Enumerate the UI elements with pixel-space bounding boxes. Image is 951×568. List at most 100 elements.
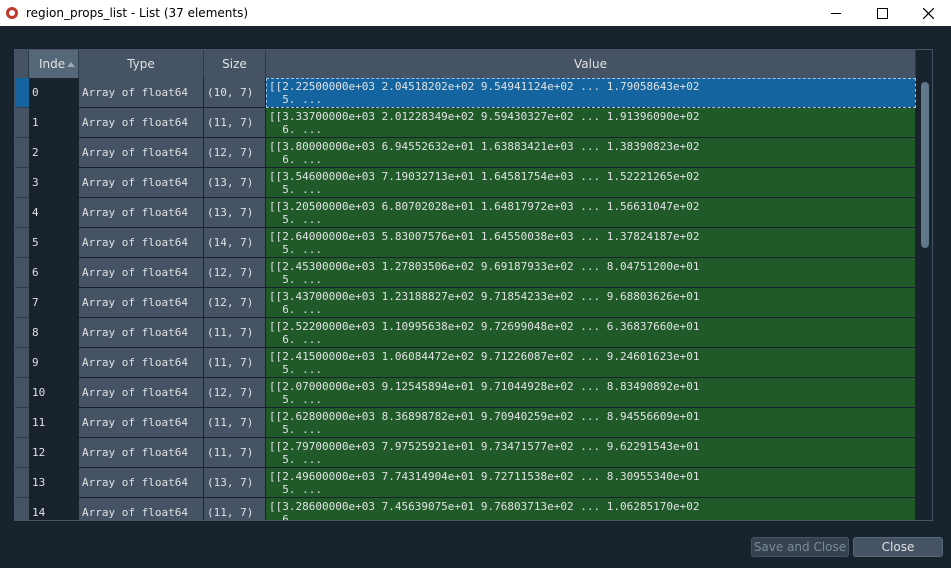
cell-value[interactable]: [[2.52200000e+03 1.10995638e+02 9.726990… xyxy=(266,318,916,348)
cell-value[interactable]: [[2.49600000e+03 7.74314904e+01 9.727115… xyxy=(266,468,916,498)
cell-value[interactable]: [[3.20500000e+03 6.80702028e+01 1.648179… xyxy=(266,198,916,228)
cell-value[interactable]: [[3.80000000e+03 6.94552632e+01 1.638834… xyxy=(266,138,916,168)
row-header[interactable] xyxy=(15,228,29,258)
cell-size[interactable]: (12, 7) xyxy=(204,138,266,168)
row-header[interactable] xyxy=(15,408,29,438)
table-row[interactable]: 5 Array of float64 (14, 7) [[2.64000000e+03… xyxy=(15,228,918,258)
table-row[interactable]: 11 Array of float64 (11, 7) [[2.62800000e+0… xyxy=(15,408,918,438)
cell-size[interactable]: (13, 7) xyxy=(204,468,266,498)
row-header[interactable] xyxy=(15,198,29,228)
cell-index[interactable]: 5 xyxy=(29,228,79,258)
cell-type[interactable]: Array of float64 xyxy=(79,348,204,378)
cell-size[interactable]: (12, 7) xyxy=(204,378,266,408)
column-header-value[interactable]: Value xyxy=(266,50,916,78)
table-row[interactable]: 6 Array of float64 (12, 7) [[2.45300000e+03… xyxy=(15,258,918,288)
cell-value[interactable]: [[2.45300000e+03 1.27803506e+02 9.691879… xyxy=(266,258,916,288)
vertical-scrollbar[interactable] xyxy=(918,78,932,520)
cell-value[interactable]: [[2.41500000e+03 1.06084472e+02 9.712260… xyxy=(266,348,916,378)
cell-size[interactable]: (13, 7) xyxy=(204,168,266,198)
cell-index[interactable]: 13 xyxy=(29,468,79,498)
cell-type[interactable]: Array of float64 xyxy=(79,288,204,318)
row-header[interactable] xyxy=(15,318,29,348)
cell-type[interactable]: Array of float64 xyxy=(79,168,204,198)
cell-size[interactable]: (11, 7) xyxy=(204,408,266,438)
cell-value[interactable]: [[2.79700000e+03 7.97525921e+01 9.734715… xyxy=(266,438,916,468)
table-row[interactable]: 4 Array of float64 (13, 7) [[3.20500000e+03… xyxy=(15,198,918,228)
row-header[interactable] xyxy=(15,258,29,288)
row-header[interactable] xyxy=(15,288,29,318)
row-header[interactable] xyxy=(15,498,29,520)
cell-value[interactable]: [[2.07000000e+03 9.12545894e+01 9.710449… xyxy=(266,378,916,408)
cell-value[interactable]: [[3.33700000e+03 2.01228349e+02 9.594303… xyxy=(266,108,916,138)
cell-size[interactable]: (12, 7) xyxy=(204,258,266,288)
cell-size[interactable]: (11, 7) xyxy=(204,438,266,468)
cell-index[interactable]: 7 xyxy=(29,288,79,318)
cell-index[interactable]: 4 xyxy=(29,198,79,228)
table-row[interactable]: 1 Array of float64 (11, 7) [[3.33700000e+03… xyxy=(15,108,918,138)
cell-type[interactable]: Array of float64 xyxy=(79,408,204,438)
cell-size[interactable]: (13, 7) xyxy=(204,198,266,228)
cell-value[interactable]: [[3.43700000e+03 1.23188827e+02 9.718542… xyxy=(266,288,916,318)
cell-type[interactable]: Array of float64 xyxy=(79,438,204,468)
cell-size[interactable]: (10, 7) xyxy=(204,78,266,108)
cell-index[interactable]: 11 xyxy=(29,408,79,438)
row-header[interactable] xyxy=(15,438,29,468)
table-row[interactable]: 8 Array of float64 (11, 7) [[2.52200000e+03… xyxy=(15,318,918,348)
cell-value[interactable]: [[2.64000000e+03 5.83007576e+01 1.645500… xyxy=(266,228,916,258)
table-row[interactable]: 13 Array of float64 (13, 7) [[2.49600000e+0… xyxy=(15,468,918,498)
cell-value[interactable]: [[2.62800000e+03 8.36898782e+01 9.709402… xyxy=(266,408,916,438)
close-button[interactable]: Close xyxy=(853,537,943,557)
row-header[interactable] xyxy=(15,108,29,138)
cell-type[interactable]: Array of float64 xyxy=(79,498,204,520)
cell-size[interactable]: (11, 7) xyxy=(204,318,266,348)
minimize-button[interactable] xyxy=(813,0,859,26)
row-header[interactable] xyxy=(15,348,29,378)
cell-index[interactable]: 14 xyxy=(29,498,79,520)
table-row[interactable]: 7 Array of float64 (12, 7) [[3.43700000e+03… xyxy=(15,288,918,318)
cell-index[interactable]: 8 xyxy=(29,318,79,348)
cell-index[interactable]: 2 xyxy=(29,138,79,168)
table-row[interactable]: 9 Array of float64 (11, 7) [[2.41500000e+03… xyxy=(15,348,918,378)
cell-size[interactable]: (12, 7) xyxy=(204,288,266,318)
row-header[interactable] xyxy=(15,138,29,168)
cell-type[interactable]: Array of float64 xyxy=(79,318,204,348)
close-window-button[interactable] xyxy=(905,0,951,26)
cell-index[interactable]: 1 xyxy=(29,108,79,138)
save-and-close-button[interactable]: Save and Close xyxy=(751,537,849,557)
cell-type[interactable]: Array of float64 xyxy=(79,378,204,408)
cell-type[interactable]: Array of float64 xyxy=(79,258,204,288)
cell-value[interactable]: [[3.54600000e+03 7.19032713e+01 1.645817… xyxy=(266,168,916,198)
cell-value[interactable]: [[2.22500000e+03 2.04518202e+02 9.549411… xyxy=(266,78,916,108)
column-header-size[interactable]: Size xyxy=(204,50,266,78)
cell-value[interactable]: [[3.28600000e+03 7.45639075e+01 9.768037… xyxy=(266,498,916,520)
cell-size[interactable]: (14, 7) xyxy=(204,228,266,258)
table-row[interactable]: 14 Array of float64 (11, 7) [[3.28600000e+0… xyxy=(15,498,918,520)
cell-index[interactable]: 10 xyxy=(29,378,79,408)
row-header[interactable] xyxy=(15,168,29,198)
cell-size[interactable]: (11, 7) xyxy=(204,348,266,378)
table-row[interactable]: 2 Array of float64 (12, 7) [[3.80000000e+03… xyxy=(15,138,918,168)
cell-index[interactable]: 9 xyxy=(29,348,79,378)
cell-type[interactable]: Array of float64 xyxy=(79,198,204,228)
cell-index[interactable]: 6 xyxy=(29,258,79,288)
cell-size[interactable]: (11, 7) xyxy=(204,498,266,520)
row-header[interactable] xyxy=(15,78,29,108)
column-header-index[interactable]: Inde xyxy=(29,50,79,78)
cell-type[interactable]: Array of float64 xyxy=(79,468,204,498)
row-header[interactable] xyxy=(15,378,29,408)
cell-size[interactable]: (11, 7) xyxy=(204,108,266,138)
table-row[interactable]: 10 Array of float64 (12, 7) [[2.07000000e+0… xyxy=(15,378,918,408)
scrollbar-thumb[interactable] xyxy=(921,82,929,248)
cell-type[interactable]: Array of float64 xyxy=(79,78,204,108)
maximize-button[interactable] xyxy=(859,0,905,26)
cell-index[interactable]: 12 xyxy=(29,438,79,468)
table-row[interactable]: 12 Array of float64 (11, 7) [[2.79700000e+0… xyxy=(15,438,918,468)
row-header[interactable] xyxy=(15,468,29,498)
cell-type[interactable]: Array of float64 xyxy=(79,228,204,258)
cell-index[interactable]: 0 xyxy=(29,78,79,108)
table-row[interactable]: 0 Array of float64 (10, 7) [[2.22500000e+03… xyxy=(15,78,918,108)
cell-index[interactable]: 3 xyxy=(29,168,79,198)
cell-type[interactable]: Array of float64 xyxy=(79,138,204,168)
column-header-type[interactable]: Type xyxy=(79,50,204,78)
cell-type[interactable]: Array of float64 xyxy=(79,108,204,138)
